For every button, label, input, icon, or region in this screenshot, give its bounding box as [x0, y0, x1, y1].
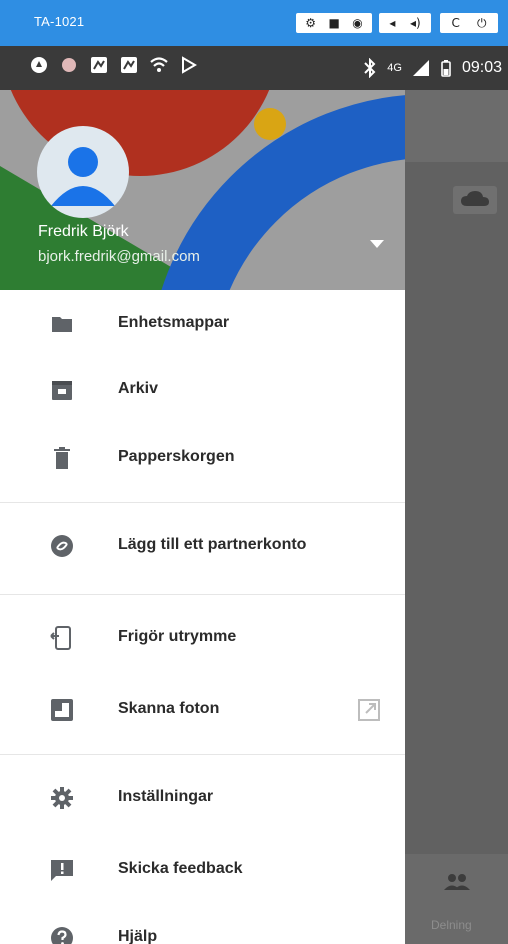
account-email: bjork.fredrik@gmail.com [38, 248, 200, 265]
sharing-tab-label: Delning [431, 918, 472, 932]
clock: 09:03 [461, 59, 502, 76]
cloud-button [453, 186, 497, 214]
external-link-icon [358, 699, 380, 721]
menu-item-archive[interactable]: Arkiv [0, 356, 405, 424]
help-icon [51, 927, 73, 944]
battery-icon [441, 60, 451, 77]
image-icon-2 [121, 57, 137, 73]
menu-item-device-folders[interactable]: Enhetsmappar [0, 290, 405, 356]
signal-icon [412, 60, 429, 76]
archive-icon [52, 381, 72, 400]
menu-item-photoscan[interactable]: Skanna foton [0, 676, 405, 744]
play-store-icon [182, 56, 197, 74]
navigation-drawer: Fredrik Björk bjork.fredrik@gmail.com En… [0, 46, 405, 944]
sync-icon [31, 57, 47, 73]
default-avatar-icon [51, 147, 115, 206]
folder-icon [52, 317, 72, 332]
record-control-icon[interactable]: ■ [328, 13, 339, 33]
dropdown-arrow-icon [370, 240, 384, 248]
divider [0, 594, 405, 595]
power-icon[interactable]: ⏻ [477, 13, 487, 33]
screenshot-control-icon[interactable]: ◉ [352, 13, 362, 33]
background-toolbar [405, 90, 508, 162]
account-switch-dropdown[interactable] [365, 232, 389, 256]
free-space-icon [50, 626, 71, 650]
image-icon [91, 57, 107, 73]
android-status-bar: 4G 09:03 [0, 46, 508, 90]
settings-control-icon[interactable]: ⚙ [305, 13, 316, 33]
menu-item-label: Skicka feedback [118, 860, 243, 877]
menu-item-label: Hjälp [118, 928, 158, 944]
partner-sharing-icon [51, 535, 73, 557]
menu-item-add-partner[interactable]: Lägg till ett partnerkonto [0, 512, 405, 584]
menu-item-label: Papperskorgen [118, 448, 235, 465]
dot-icon [62, 58, 76, 72]
menu-item-label: Frigör utrymme [118, 628, 237, 645]
network-type: 4G [387, 62, 402, 74]
account-name: Fredrik Björk [38, 223, 129, 240]
emulator-title-bar: TA-1021 ⚙ ■ ◉ ◂ ◂) C ⏻ [0, 0, 508, 46]
menu-item-free-up-space[interactable]: Frigör utrymme [0, 604, 405, 676]
wifi-icon [150, 57, 168, 72]
menu-item-label: Enhetsmappar [118, 314, 230, 331]
trash-icon [54, 447, 70, 469]
cloud-icon [461, 191, 489, 206]
menu-item-send-feedback[interactable]: Skicka feedback [0, 836, 405, 904]
background-app: Delning [405, 90, 508, 944]
divider [0, 502, 405, 503]
menu-item-label: Lägg till ett partnerkonto [118, 536, 307, 553]
photoscan-icon [51, 699, 73, 721]
volume-up-icon[interactable]: ◂) [410, 13, 421, 33]
emulator-volume-group: ◂ ◂) [379, 13, 431, 33]
settings-icon [51, 787, 73, 809]
avatar[interactable] [37, 126, 129, 218]
menu-item-label: Skanna foton [118, 700, 220, 717]
volume-down-icon[interactable]: ◂ [389, 13, 395, 33]
emulator-controls-group: ⚙ ■ ◉ [296, 13, 372, 33]
bluetooth-icon [364, 58, 376, 78]
menu-item-label: Arkiv [118, 380, 159, 397]
menu-item-trash[interactable]: Papperskorgen [0, 424, 405, 492]
feedback-icon [51, 860, 73, 881]
rotate-icon[interactable]: C [452, 13, 460, 33]
divider [0, 754, 405, 755]
emulator-title: TA-1021 [34, 14, 85, 29]
menu-item-help[interactable]: Hjälp [0, 904, 405, 944]
background-bottom-nav: Delning [405, 854, 508, 944]
emulator-power-group: C ⏻ [440, 13, 498, 33]
people-icon [444, 874, 470, 890]
drawer-menu: Enhetsmappar Arkiv Papperskorgen Lägg ti… [0, 290, 405, 944]
menu-item-label: Inställningar [118, 788, 214, 805]
menu-item-settings[interactable]: Inställningar [0, 764, 405, 836]
